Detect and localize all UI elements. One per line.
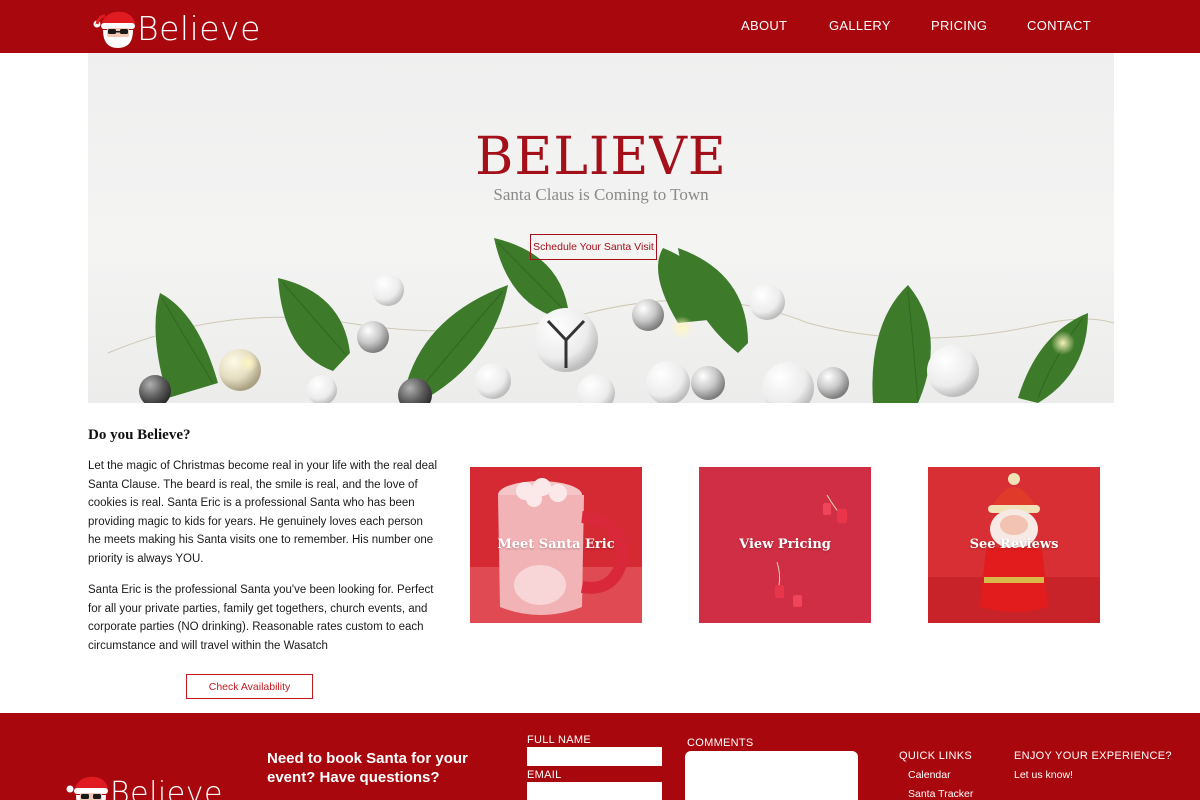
hero-decoration-image xyxy=(107,238,1114,403)
card-meet-santa[interactable]: Meet Santa Eric xyxy=(470,467,642,623)
intro-heading: Do you Believe? xyxy=(88,427,191,443)
footer-brand-wordmark: Believe xyxy=(110,775,223,800)
card-view-pricing[interactable]: View Pricing xyxy=(699,467,871,623)
intro-paragraph-2: Santa Eric is the professional Santa you… xyxy=(88,584,434,652)
quick-link-santa-tracker[interactable]: Santa Tracker xyxy=(908,788,973,800)
comments-textarea[interactable] xyxy=(685,751,858,800)
card-see-reviews[interactable]: See Reviews xyxy=(928,467,1100,623)
let-us-know-link[interactable]: Let us know! xyxy=(1014,769,1073,781)
hero-title: BELIEVE xyxy=(475,127,727,187)
intro-paragraph-1: Let the magic of Christmas become real i… xyxy=(88,460,437,565)
santa-logo-icon xyxy=(66,771,112,800)
email-input[interactable] xyxy=(527,782,662,800)
nav-gallery[interactable]: GALLERY xyxy=(829,18,891,33)
enjoy-heading: ENJOY YOUR EXPERIENCE? xyxy=(1014,750,1172,762)
brand-logo[interactable]: Believe xyxy=(93,6,261,50)
comments-label: COMMENTS xyxy=(687,737,754,749)
email-label: EMAIL xyxy=(527,769,562,781)
nav-pricing[interactable]: PRICING xyxy=(931,18,987,33)
top-nav-bar: Believe ABOUT GALLERY PRICING CONTACT xyxy=(0,0,1200,53)
card-label: View Pricing xyxy=(739,537,831,552)
schedule-visit-button[interactable]: Schedule Your Santa Visit xyxy=(530,234,657,260)
full-name-label: FULL NAME xyxy=(527,734,592,746)
check-availability-button[interactable]: Check Availability xyxy=(186,674,313,699)
card-label: Meet Santa Eric xyxy=(497,537,615,552)
card-label: See Reviews xyxy=(969,537,1059,552)
santa-logo-icon xyxy=(93,6,139,50)
quick-links-heading: QUICK LINKS xyxy=(899,750,972,762)
brand-wordmark: Believe xyxy=(137,8,261,48)
hero-banner: BELIEVE Santa Claus is Coming to Town Sc… xyxy=(88,53,1114,403)
footer-cta-text: Need to book Santa for your event? Have … xyxy=(267,750,468,786)
quick-link-calendar[interactable]: Calendar xyxy=(908,769,951,781)
nav-about[interactable]: ABOUT xyxy=(741,18,787,33)
hero-subtitle: Santa Claus is Coming to Town xyxy=(493,185,709,204)
nav-contact[interactable]: CONTACT xyxy=(1027,18,1091,33)
full-name-input[interactable] xyxy=(527,747,662,766)
footer-brand-logo[interactable]: Believe xyxy=(66,771,223,800)
